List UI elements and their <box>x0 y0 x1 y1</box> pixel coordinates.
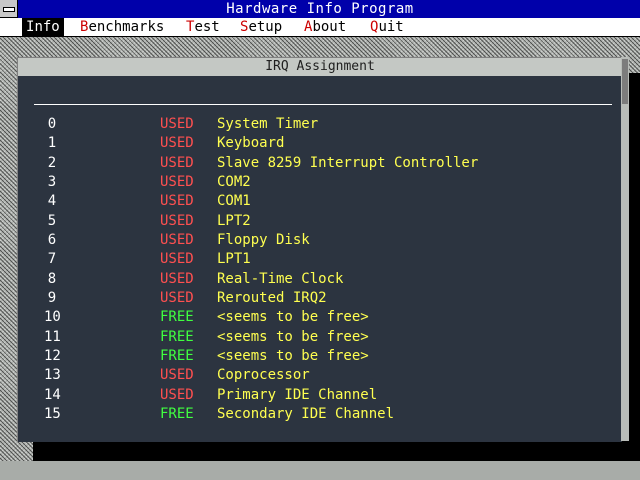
header-divider <box>34 104 612 105</box>
irq-row: 14 USED Primary IDE Channel <box>18 386 622 405</box>
irq-status: USED <box>160 135 194 152</box>
irq-status: FREE <box>160 328 194 345</box>
irq-status: USED <box>160 251 194 268</box>
irq-number: 5 <box>47 212 57 229</box>
window-shadow-right <box>629 73 640 441</box>
irq-status: USED <box>160 386 194 403</box>
irq-status: USED <box>160 212 194 229</box>
irq-row: 10 FREE <seems to be free> <box>18 308 622 327</box>
irq-row: 7 USED LPT1 <box>18 250 622 269</box>
irq-number: 8 <box>47 270 57 287</box>
irq-row: 13 USED Coprocessor <box>18 366 622 385</box>
menu-benchmarks[interactable]: Benchmarks <box>76 18 168 36</box>
menu-quit[interactable]: Quit <box>366 18 408 36</box>
irq-status: USED <box>160 367 194 384</box>
system-menu-button[interactable] <box>0 0 18 18</box>
irq-assignment-window: IRQ Assignment 0 USED System Timer 1 USED Key… <box>17 57 622 442</box>
irq-number: 11 <box>44 328 61 345</box>
irq-status: USED <box>160 193 194 210</box>
window-title-bar[interactable]: IRQ Assignment <box>18 58 622 76</box>
irq-row: 3 USED COM2 <box>18 173 622 192</box>
window-title: IRQ Assignment <box>265 59 375 74</box>
menu-bar: Info Benchmarks Test Setup About Quit <box>0 18 640 37</box>
irq-number: 1 <box>47 135 57 152</box>
irq-number: 14 <box>44 386 61 403</box>
irq-status: USED <box>160 116 194 132</box>
irq-status: FREE <box>160 348 194 364</box>
status-bar <box>0 461 640 480</box>
irq-device: Coprocessor <box>217 367 310 384</box>
irq-number: 7 <box>47 251 57 268</box>
irq-status: FREE <box>160 309 194 326</box>
scrollbar-thumb[interactable] <box>622 59 628 104</box>
irq-device: Secondary IDE Channel <box>217 405 395 422</box>
irq-device: Rerouted IRQ2 <box>217 290 327 306</box>
irq-number: 15 <box>44 405 61 422</box>
irq-status: USED <box>160 270 194 287</box>
irq-device: COM2 <box>217 174 251 190</box>
irq-device: <seems to be free> <box>217 348 369 364</box>
app-title: Hardware Info Program <box>226 1 414 17</box>
irq-number: 2 <box>47 154 57 171</box>
menu-setup[interactable]: Setup <box>236 18 286 36</box>
irq-status: USED <box>160 232 194 248</box>
irq-device: Floppy Disk <box>217 232 310 248</box>
irq-device: LPT1 <box>217 251 251 268</box>
irq-row: 0 USED System Timer <box>18 115 622 134</box>
irq-device: LPT2 <box>217 212 251 229</box>
menu-test[interactable]: Test <box>182 18 224 36</box>
irq-row: 1 USED Keyboard <box>18 134 622 153</box>
window-shadow-bottom <box>33 441 640 461</box>
irq-device: COM1 <box>217 193 251 210</box>
irq-number: 4 <box>47 193 57 210</box>
irq-status: USED <box>160 290 194 306</box>
menu-info[interactable]: Info <box>22 18 64 36</box>
irq-status: USED <box>160 154 194 171</box>
irq-device: Slave 8259 Interrupt Controller <box>217 154 479 171</box>
irq-device: Primary IDE Channel <box>217 386 378 403</box>
system-menu-icon <box>3 7 15 12</box>
irq-row: 6 USED Floppy Disk <box>18 231 622 250</box>
irq-row: 2 USED Slave 8259 Interrupt Controller <box>18 154 622 173</box>
irq-number: 3 <box>47 174 57 190</box>
irq-row: 5 USED LPT2 <box>18 212 622 231</box>
irq-row: 11 FREE <seems to be free> <box>18 328 622 347</box>
irq-row: 4 USED COM1 <box>18 192 622 211</box>
irq-device: <seems to be free> <box>217 309 369 326</box>
app-title-bar: Hardware Info Program <box>0 0 640 18</box>
irq-device: <seems to be free> <box>217 328 369 345</box>
irq-row: 12 FREE <seems to be free> <box>18 347 622 366</box>
irq-device: Real-Time Clock <box>217 270 344 287</box>
irq-device: Keyboard <box>217 135 285 152</box>
menu-about[interactable]: About <box>300 18 350 36</box>
vertical-scrollbar[interactable] <box>621 57 629 441</box>
irq-number: 9 <box>47 290 57 306</box>
irq-number: 0 <box>47 116 57 132</box>
irq-row: 8 USED Real-Time Clock <box>18 270 622 289</box>
irq-status: FREE <box>160 405 194 422</box>
irq-number: 13 <box>44 367 61 384</box>
irq-number: 6 <box>47 232 57 248</box>
irq-row: 9 USED Rerouted IRQ2 <box>18 289 622 308</box>
irq-number: 10 <box>44 309 61 326</box>
irq-row: 15 FREE Secondary IDE Channel <box>18 405 622 424</box>
irq-number: 12 <box>44 348 61 364</box>
irq-device: System Timer <box>217 116 319 132</box>
irq-status: USED <box>160 174 194 190</box>
